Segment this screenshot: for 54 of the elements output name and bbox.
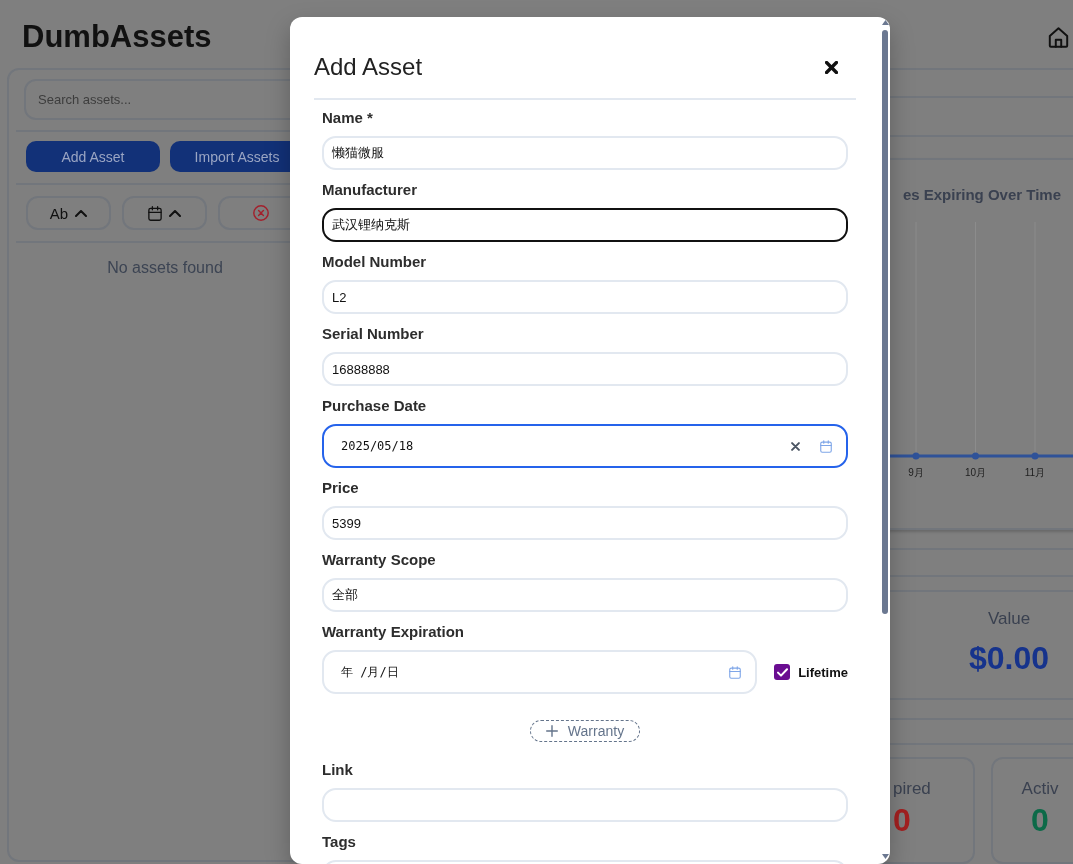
calendar-icon[interactable] bbox=[729, 665, 742, 679]
field-label: Tags bbox=[322, 833, 357, 851]
calendar-icon[interactable] bbox=[820, 439, 832, 453]
home-icon[interactable] bbox=[1048, 26, 1069, 48]
plus-icon bbox=[545, 725, 558, 737]
stat-label: pired bbox=[893, 779, 931, 799]
app-title: DumbAssets bbox=[22, 19, 212, 55]
close-button[interactable] bbox=[825, 60, 838, 74]
field-label: Manufacturer bbox=[322, 181, 419, 199]
date-field[interactable]: 年 /月/日 bbox=[322, 650, 758, 694]
check-icon bbox=[776, 667, 788, 677]
sort-button[interactable]: Ab bbox=[26, 196, 111, 230]
stat-label: Activ bbox=[1021, 779, 1059, 799]
add-warranty-button[interactable]: Warranty bbox=[530, 720, 640, 742]
axis-label: 10月 bbox=[964, 467, 987, 478]
empty-message: No assets found bbox=[106, 258, 224, 278]
stat-count: 0 bbox=[893, 801, 911, 839]
chart-title: es Expiring Over Time bbox=[902, 186, 1061, 204]
stat-value: $0.00 bbox=[968, 640, 1050, 676]
modal-title: Add Asset bbox=[314, 53, 423, 81]
stat-label: Value bbox=[987, 609, 1031, 629]
action-button[interactable]: Add Asset bbox=[26, 141, 160, 172]
text-field[interactable]: L2 bbox=[322, 280, 848, 314]
field-label: Warranty Scope bbox=[322, 551, 437, 569]
field-label: Name * bbox=[322, 109, 374, 127]
close-icon bbox=[825, 60, 838, 74]
axis-label: 11月 bbox=[1024, 467, 1046, 478]
x-circle-icon bbox=[252, 205, 269, 221]
text-field[interactable]: 懒猫微服 bbox=[322, 136, 848, 170]
field-label: Model Number bbox=[322, 253, 428, 271]
data-point bbox=[912, 452, 920, 460]
data-point bbox=[1031, 452, 1039, 460]
text-field[interactable]: 16888888 bbox=[322, 352, 848, 386]
field-label: Purchase Date bbox=[322, 397, 428, 415]
x-icon[interactable] bbox=[791, 441, 800, 451]
field-label: Warranty Expiration bbox=[322, 623, 465, 641]
scrollbar-thumb[interactable] bbox=[882, 30, 888, 614]
text-field[interactable]: 5399 bbox=[322, 506, 848, 540]
axis-label: 9月 bbox=[908, 467, 924, 478]
checkbox-label: Lifetime bbox=[798, 664, 848, 680]
caret-up-icon[interactable] bbox=[881, 20, 889, 25]
field-label: Price bbox=[322, 479, 360, 497]
text-field[interactable]: 全部 bbox=[322, 578, 848, 612]
date-field[interactable]: 2025/05/18 bbox=[322, 424, 848, 468]
field-label: Serial Number bbox=[322, 325, 425, 343]
sort-button[interactable] bbox=[122, 196, 207, 230]
data-point bbox=[972, 452, 979, 460]
calendar-icon bbox=[148, 205, 162, 221]
field-label: Link bbox=[322, 761, 354, 779]
stat-count: 0 bbox=[1031, 801, 1049, 839]
caret-down-icon[interactable] bbox=[881, 854, 889, 859]
text-field[interactable]: 武汉锂纳克斯 bbox=[322, 208, 848, 242]
checkbox[interactable] bbox=[774, 664, 791, 680]
text-field[interactable] bbox=[322, 788, 848, 822]
